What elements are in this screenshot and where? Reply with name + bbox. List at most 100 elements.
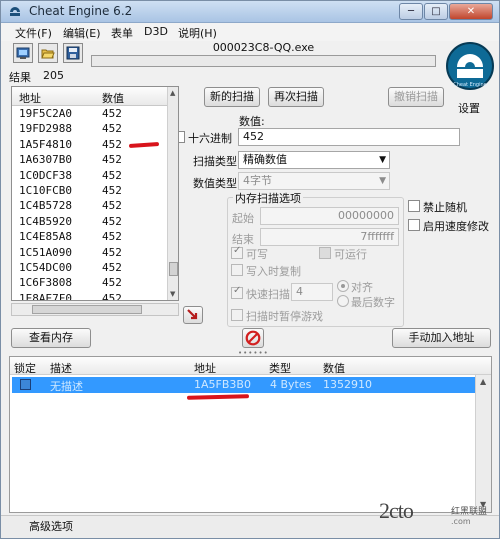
next-scan-button[interactable]: 再次扫描 — [268, 87, 324, 107]
cheat-table[interactable]: 锁定 描述 地址 类型 数值 无描述 1A5FB3B0 4 Bytes 1352… — [9, 356, 492, 513]
column-active[interactable]: 锁定 — [14, 360, 36, 376]
entry-address[interactable]: 1A5FB3B0 — [194, 378, 251, 391]
menu-d3d[interactable]: D3D — [144, 25, 168, 38]
open-file-button[interactable] — [38, 43, 58, 63]
value-input[interactable]: 452 — [238, 128, 460, 146]
no-entry-icon — [245, 330, 261, 346]
entry-type[interactable]: 4 Bytes — [270, 378, 311, 391]
maximize-button[interactable]: □ — [424, 3, 448, 20]
column-address[interactable]: 地址 — [19, 90, 41, 106]
scroll-up-icon[interactable]: ▲ — [480, 377, 486, 386]
address-list-hscrollbar[interactable] — [11, 303, 179, 316]
add-address-manually-button[interactable]: 手动加入地址 — [392, 328, 491, 348]
executable-checkbox[interactable] — [319, 247, 331, 259]
menu-edit[interactable]: 编辑(E) — [63, 25, 101, 41]
close-button[interactable]: ✕ — [449, 3, 493, 20]
row-value: 452 — [102, 260, 122, 274]
scan-type-select[interactable]: 精确数值 ▼ — [238, 151, 390, 169]
address-row[interactable]: 1A6307B0 452 — [12, 152, 167, 167]
menu-file[interactable]: 文件(F) — [15, 25, 52, 41]
save-icon — [66, 46, 80, 60]
cheat-engine-window: Cheat Engine 6.2 ─ □ ✕ 文件(F) 编辑(E) 表单 D3… — [0, 0, 500, 539]
fast-scan-checkbox[interactable] — [231, 285, 243, 299]
column-address[interactable]: 地址 — [194, 360, 216, 376]
fast-scan-alignment-input[interactable]: 4 — [291, 283, 333, 301]
address-list-header: 地址 数值 — [12, 87, 178, 106]
watermark-logo: 2cto — [379, 498, 414, 523]
cheat-table-row[interactable]: 无描述 1A5FB3B0 4 Bytes 1352910 — [12, 377, 475, 393]
address-row[interactable]: 1C4B5920 452 — [12, 214, 167, 229]
scroll-up-icon[interactable]: ▲ — [170, 89, 175, 97]
address-list-scrollbar[interactable]: ▲ ▼ — [167, 87, 178, 300]
memory-view-button[interactable]: 查看内存 — [11, 328, 91, 348]
column-value[interactable]: 数值 — [102, 90, 124, 106]
menu-table[interactable]: 表单 — [111, 25, 133, 41]
clear-list-button[interactable] — [242, 328, 264, 348]
menu-bar: 文件(F) 编辑(E) 表单 D3D 说明(H) — [1, 23, 499, 41]
address-row[interactable]: 1C10FCB0 452 — [12, 183, 167, 198]
row-address: 1C4B5728 — [19, 199, 72, 213]
row-address: 19F5C2A0 — [19, 107, 72, 120]
row-value: 452 — [102, 168, 122, 182]
row-address: 1C10FCB0 — [19, 183, 72, 197]
address-row[interactable]: 1C51A090 452 — [12, 245, 167, 260]
row-address: 1C0DCF38 — [19, 168, 72, 182]
hex-checkbox[interactable] — [179, 131, 185, 143]
row-value: 452 — [102, 199, 122, 213]
address-row[interactable]: 1C54DC00 452 — [12, 260, 167, 275]
address-row[interactable]: 1C4B5728 452 — [12, 198, 167, 213]
row-address: 1C4B5920 — [19, 214, 72, 228]
stop-address-input[interactable]: 7fffffff — [260, 228, 399, 246]
address-row[interactable]: 19F5C2A0 452 — [12, 106, 167, 121]
menu-help[interactable]: 说明(H) — [178, 25, 217, 41]
writable-label: 可写 — [246, 248, 268, 261]
cheat-table-scrollbar[interactable]: ▲ ▼ — [475, 375, 491, 512]
row-value: 452 — [102, 291, 122, 301]
results-count: 205 — [43, 69, 64, 82]
open-process-button[interactable] — [13, 43, 33, 63]
title-bar[interactable]: Cheat Engine 6.2 ─ □ ✕ — [1, 1, 499, 23]
memory-scan-options-title: 内存扫描选项 — [233, 190, 303, 206]
save-button[interactable] — [63, 43, 83, 63]
column-type[interactable]: 类型 — [269, 360, 291, 376]
writable-checkbox[interactable] — [231, 245, 243, 259]
scroll-down-icon[interactable]: ▼ — [170, 290, 175, 298]
advanced-options-label[interactable]: 高级选项 — [29, 518, 73, 534]
hscroll-thumb[interactable] — [32, 305, 142, 314]
settings-label[interactable]: 设置 — [458, 100, 480, 116]
minimize-button[interactable]: ─ — [399, 3, 423, 20]
address-row[interactable]: 19FD2988 452 — [12, 121, 167, 136]
address-row[interactable]: 1C0DCF38 452 — [12, 168, 167, 183]
cheat-engine-app-icon — [10, 7, 20, 16]
value-type-label: 数值类型 — [193, 177, 237, 190]
row-value: 452 — [102, 153, 122, 167]
row-value: 452 — [102, 245, 122, 259]
disable-random-checkbox[interactable] — [408, 200, 420, 212]
row-value: 452 — [102, 230, 122, 244]
fast-scan-label: 快速扫描 — [246, 288, 290, 301]
add-to-list-button[interactable] — [183, 306, 203, 324]
row-value: 452 — [102, 276, 122, 290]
copy-on-write-checkbox[interactable] — [231, 264, 243, 276]
scan-type-label: 扫描类型 — [193, 155, 237, 168]
address-row[interactable]: 1C4E85A8 452 — [12, 229, 167, 244]
entry-value[interactable]: 1352910 — [323, 378, 372, 391]
address-row[interactable]: 1E8AE7F0 452 — [12, 291, 167, 301]
value-type-select[interactable]: 4字节 ▼ — [238, 172, 390, 190]
new-scan-button[interactable]: 新的扫描 — [204, 87, 260, 107]
column-value[interactable]: 数值 — [323, 360, 345, 376]
cheat-table-header: 锁定 描述 地址 类型 数值 — [10, 357, 491, 375]
last-digits-radio[interactable] — [337, 295, 349, 307]
start-address-input[interactable]: 00000000 — [260, 207, 399, 225]
alignment-radio[interactable] — [337, 280, 349, 292]
found-addresses-list[interactable]: 地址 数值 19F5C2A0 452 19FD2988 452 1A5F4810 452 1… — [11, 86, 179, 301]
column-description[interactable]: 描述 — [50, 360, 72, 376]
address-row[interactable]: 1C6F3808 452 — [12, 275, 167, 290]
pause-game-checkbox[interactable] — [231, 309, 243, 321]
undo-scan-button[interactable]: 撤销扫描 — [388, 87, 444, 107]
scroll-thumb[interactable] — [169, 262, 178, 276]
entry-description[interactable]: 无描述 — [50, 378, 83, 394]
speedhack-checkbox[interactable] — [408, 219, 420, 231]
active-checkbox[interactable] — [20, 379, 31, 390]
cheat-engine-logo-icon[interactable]: Cheat Engine — [445, 41, 495, 91]
